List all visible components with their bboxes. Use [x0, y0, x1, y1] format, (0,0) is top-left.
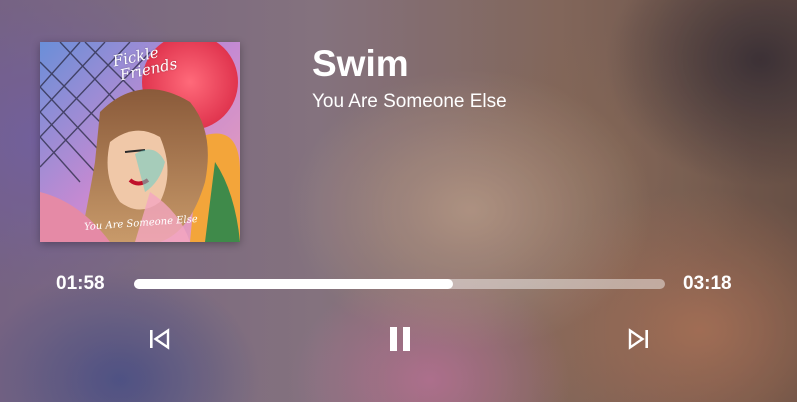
pause-button[interactable] [383, 322, 417, 356]
progress-bar[interactable] [134, 279, 665, 289]
skip-previous-icon [150, 328, 170, 350]
pause-icon [390, 327, 410, 351]
next-button[interactable] [622, 322, 656, 356]
elapsed-time: 01:58 [56, 273, 105, 294]
skip-next-icon [628, 328, 648, 350]
album-cover: Fickle Friends You Are Someone Else [40, 42, 240, 242]
track-title: Swim [312, 43, 409, 84]
total-time: 03:18 [683, 273, 732, 294]
track-subtitle: You Are Someone Else [312, 91, 507, 112]
progress-fill [134, 279, 453, 289]
music-player: Fickle Friends You Are Someone Else Swim… [0, 0, 797, 402]
previous-button[interactable] [142, 322, 176, 356]
